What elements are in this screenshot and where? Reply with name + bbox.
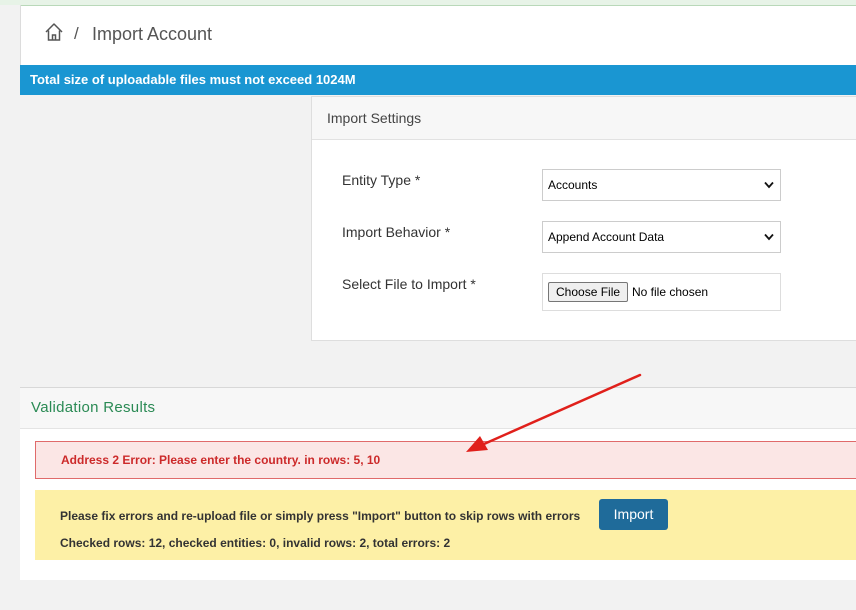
entity-type-label: Entity Type *	[342, 172, 421, 188]
chevron-down-icon	[764, 181, 774, 189]
upload-limit-notice: Total size of uploadable files must not …	[20, 65, 856, 95]
left-rail	[0, 5, 21, 610]
validation-results-panel: Validation Results Address 2 Error: Plea…	[20, 387, 856, 581]
breadcrumb-separator: /	[74, 24, 79, 43]
bottom-strip	[20, 580, 856, 610]
import-button[interactable]: Import	[599, 499, 668, 530]
import-behavior-label: Import Behavior *	[342, 224, 451, 240]
validation-warning-box: Please fix errors and re-upload file or …	[35, 490, 856, 560]
chevron-down-icon	[764, 233, 774, 241]
entity-type-value: Accounts	[548, 178, 598, 192]
page-title: Import Account	[92, 24, 213, 44]
import-behavior-value: Append Account Data	[548, 230, 665, 244]
file-input[interactable]: Choose File No file chosen	[542, 273, 781, 311]
import-behavior-select[interactable]: Append Account Data	[542, 221, 781, 253]
home-icon[interactable]	[44, 22, 64, 42]
import-settings-panel: Import Settings Entity Type * Accounts I…	[311, 96, 856, 341]
page-header: / Import Account	[21, 6, 856, 65]
select-file-label: Select File to Import *	[342, 276, 476, 292]
entity-type-select[interactable]: Accounts	[542, 169, 781, 201]
fix-errors-message: Please fix errors and re-upload file or …	[60, 509, 581, 523]
validation-error-message: Address 2 Error: Please enter the countr…	[35, 441, 856, 479]
import-settings-title: Import Settings	[312, 97, 856, 140]
file-status: No file chosen	[632, 285, 709, 299]
validation-results-title: Validation Results	[20, 388, 856, 429]
choose-file-button[interactable]: Choose File	[548, 282, 629, 302]
validation-stats: Checked rows: 12, checked entities: 0, i…	[60, 536, 451, 550]
